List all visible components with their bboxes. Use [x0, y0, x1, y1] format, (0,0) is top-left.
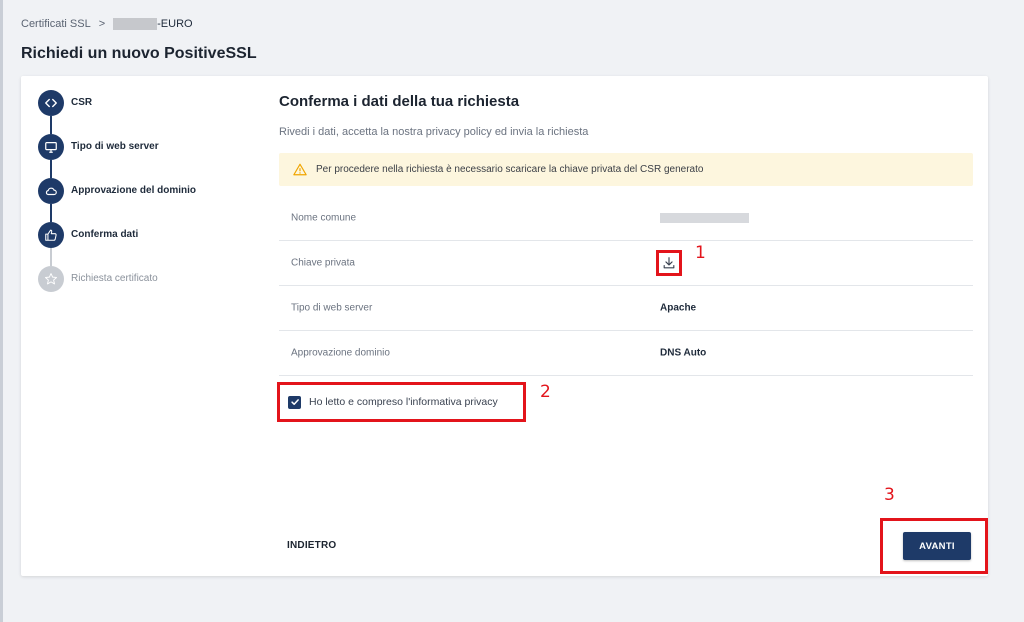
monitor-icon	[38, 134, 64, 160]
annotation-marker-1: 1	[695, 243, 706, 263]
breadcrumb-current-suffix: -EURO	[157, 18, 193, 30]
section-title: Conferma i dati della tua richiesta	[279, 93, 520, 110]
step-connector	[50, 204, 52, 222]
section-subtitle: Rivedi i dati, accetta la nostra privacy…	[279, 126, 589, 138]
stepper: CSR Tipo di web server Approvazione del …	[38, 90, 258, 310]
redacted-text	[113, 18, 158, 30]
annotation-marker-3: 3	[884, 485, 895, 505]
redacted-value	[660, 213, 749, 223]
step-connector	[50, 160, 52, 178]
step-domain-approval[interactable]: Approvazione del dominio	[38, 178, 258, 222]
code-icon	[38, 90, 64, 116]
step-label: Richiesta certificato	[71, 273, 158, 284]
download-private-key-button[interactable]	[656, 250, 682, 276]
row-value: Apache	[660, 302, 697, 314]
next-button[interactable]: AVANTI	[903, 532, 971, 560]
download-icon	[663, 257, 675, 269]
check-icon	[290, 399, 299, 405]
star-icon	[38, 266, 64, 292]
thumbs-up-icon	[38, 222, 64, 248]
step-connector	[50, 116, 52, 134]
request-card: CSR Tipo di web server Approvazione del …	[21, 76, 988, 576]
alert-text: Per procedere nella richiesta è necessar…	[316, 164, 704, 175]
privacy-consent[interactable]: Ho letto e compreso l'informativa privac…	[277, 382, 526, 422]
step-label: Approvazione del dominio	[71, 185, 197, 196]
cloud-icon	[38, 178, 64, 204]
page-title: Richiedi un nuovo PositiveSSL	[21, 45, 257, 62]
row-common-name: Nome comune	[279, 196, 973, 241]
breadcrumb: Certificati SSL > -EURO	[21, 18, 193, 30]
privacy-checkbox[interactable]	[288, 395, 301, 409]
breadcrumb-item-ssl-certificates[interactable]: Certificati SSL	[21, 18, 91, 30]
step-connector	[50, 248, 52, 266]
row-key: Nome comune	[291, 212, 357, 224]
row-private-key: Chiave privata	[279, 241, 973, 286]
row-value: DNS Auto	[660, 347, 707, 359]
breadcrumb-separator: >	[98, 18, 106, 30]
step-label: Tipo di web server	[71, 141, 159, 152]
warning-alert: Per procedere nella richiesta è necessar…	[279, 153, 973, 186]
row-domain-approval: Approvazione dominio DNS Auto	[279, 331, 973, 376]
step-confirm-data[interactable]: Conferma dati	[38, 222, 258, 266]
row-web-server-type: Tipo di web server Apache	[279, 286, 973, 331]
warning-icon	[293, 163, 307, 176]
window-left-edge	[0, 0, 3, 622]
step-label: Conferma dati	[71, 229, 139, 240]
step-label: CSR	[71, 97, 93, 108]
annotation-marker-2: 2	[540, 382, 551, 402]
row-key: Chiave privata	[291, 257, 355, 269]
row-key: Approvazione dominio	[291, 347, 390, 359]
back-button[interactable]: INDIETRO	[287, 540, 336, 551]
breadcrumb-item-current: -EURO	[113, 18, 193, 30]
row-key: Tipo di web server	[291, 302, 373, 314]
step-certificate-request: Richiesta certificato	[38, 266, 258, 310]
step-csr[interactable]: CSR	[38, 90, 258, 134]
privacy-label: Ho letto e compreso l'informativa privac…	[309, 396, 498, 408]
step-web-server-type[interactable]: Tipo di web server	[38, 134, 258, 178]
